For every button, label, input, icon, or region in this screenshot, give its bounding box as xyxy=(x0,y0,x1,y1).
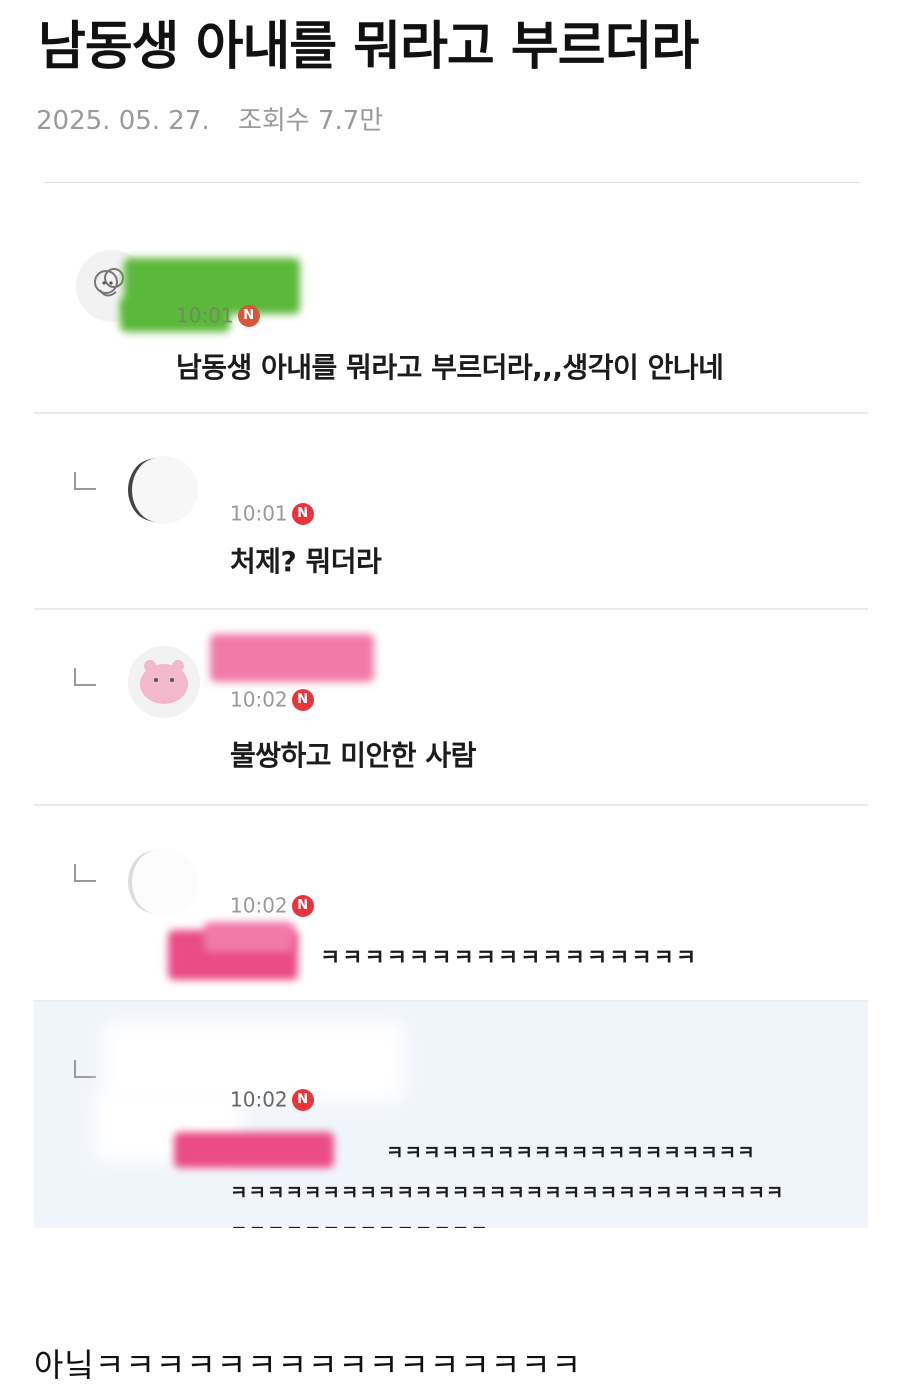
time-text: 10:01 xyxy=(176,303,234,328)
comment-text: 처제? 뭐더라 xyxy=(230,545,382,578)
comment-item: 10:02 N ㅋㅋㅋㅋㅋㅋㅋㅋㅋㅋㅋㅋㅋㅋㅋㅋㅋㅋㅋㅋ ㅋㅋㅋㅋㅋㅋㅋㅋㅋㅋㅋㅋ… xyxy=(34,1002,868,1228)
comment-screenshot: 10:01 N 남동생 아내를 뭐라고 부르더라,,,생각이 안나네 10:01 N… xyxy=(34,218,868,1228)
moon-avatar[interactable] xyxy=(128,846,200,918)
comment-time: 10:02 N xyxy=(230,892,314,918)
comment-text: ㅋㅋㅋㅋㅋㅋㅋㅋㅋㅋㅋㅋㅋㅋㅋㅋㅋ xyxy=(320,946,699,971)
reply-arrow-icon xyxy=(74,472,96,490)
new-badge-icon: N xyxy=(291,1088,314,1111)
moon-avatar[interactable] xyxy=(128,454,200,526)
comment-item: 10:02 N 불쌍하고 미안한 사람 xyxy=(34,610,868,806)
reply-arrow-icon xyxy=(74,668,96,686)
post-title: 남동생 아내를 뭐라고 부르더라 xyxy=(38,17,699,77)
post-date: 2025. 05. 27. xyxy=(36,106,210,136)
caption-text: 아닠ㅋㅋㅋㅋㅋㅋㅋㅋㅋㅋㅋㅋㅋㅋㅋㅋ xyxy=(34,1346,582,1384)
reply-arrow-icon xyxy=(74,1060,96,1078)
time-text: 10:01 xyxy=(230,501,288,526)
comment-item: 10:02 N ㅋㅋㅋㅋㅋㅋㅋㅋㅋㅋㅋㅋㅋㅋㅋㅋㅋ xyxy=(34,806,868,1002)
reply-arrow-icon xyxy=(74,864,96,882)
comment-time: 10:02 N xyxy=(230,686,314,712)
comment-text-line: ㅋㅋㅋㅋㅋㅋㅋㅋㅋㅋㅋㅋㅋㅋㅋㅋㅋㅋㅋㅋ xyxy=(386,1142,756,1164)
censored-username xyxy=(204,922,294,952)
new-badge-icon: N xyxy=(291,688,314,711)
view-count: 조회수 7.7만 xyxy=(237,106,384,136)
censored-username xyxy=(210,634,374,682)
comment-item: 10:01 N 처제? 뭐더라 xyxy=(34,414,868,610)
comment-text-line: ㅋㅋㅋㅋㅋㅋㅋㅋㅋㅋㅋㅋㅋㅋ xyxy=(230,1218,489,1228)
time-text: 10:02 xyxy=(230,1087,288,1112)
hippo-avatar[interactable] xyxy=(128,646,200,718)
new-badge-icon: N xyxy=(291,894,314,917)
new-badge-icon: N xyxy=(291,502,314,525)
comment-time: 10:02 N xyxy=(230,1086,314,1112)
comment-text: 남동생 아내를 뭐라고 부르더라,,,생각이 안나네 xyxy=(176,351,724,384)
comment-time: 10:01 N xyxy=(230,500,314,526)
censored-username xyxy=(214,836,374,886)
comment-text: 불쌍하고 미안한 사람 xyxy=(230,739,476,772)
new-badge-icon: N xyxy=(237,304,260,327)
comment-item: 10:01 N 남동생 아내를 뭐라고 부르더라,,,생각이 안나네 xyxy=(34,218,868,414)
comment-time: 10:01 N xyxy=(176,302,260,328)
divider xyxy=(44,182,860,183)
post-meta: 2025. 05. 27. 조회수 7.7만 xyxy=(36,100,383,137)
time-text: 10:02 xyxy=(230,687,288,712)
censored-username xyxy=(214,450,364,500)
time-text: 10:02 xyxy=(230,893,288,918)
comment-text-line: ㅋㅋㅋㅋㅋㅋㅋㅋㅋㅋㅋㅋㅋㅋㅋㅋㅋㅋㅋㅋㅋㅋㅋㅋㅋㅋㅋㅋㅋㅋ xyxy=(230,1182,785,1204)
censored-username xyxy=(174,1132,334,1168)
